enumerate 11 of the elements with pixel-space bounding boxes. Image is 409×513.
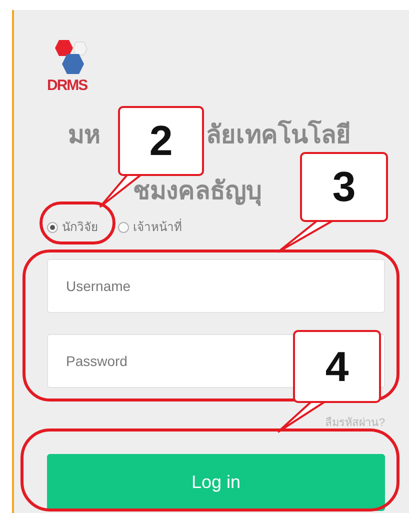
university-name: มห <box>68 120 100 150</box>
radio-label[interactable]: นักวิจัย <box>62 218 98 236</box>
login-button[interactable]: Log in <box>47 454 385 511</box>
step-number-tooltip: 2 <box>118 106 204 176</box>
university-name: ลัยเทคโนโลยี <box>206 120 351 150</box>
logo-text: DRMS <box>47 78 88 93</box>
radio-button[interactable] <box>47 222 58 232</box>
radio-label[interactable]: เจ้าหน้าที่ <box>133 218 182 236</box>
university-name: ชมงคลธัญบุ <box>133 176 262 206</box>
radio-button[interactable] <box>118 222 129 232</box>
username-field[interactable]: Username <box>47 259 385 313</box>
